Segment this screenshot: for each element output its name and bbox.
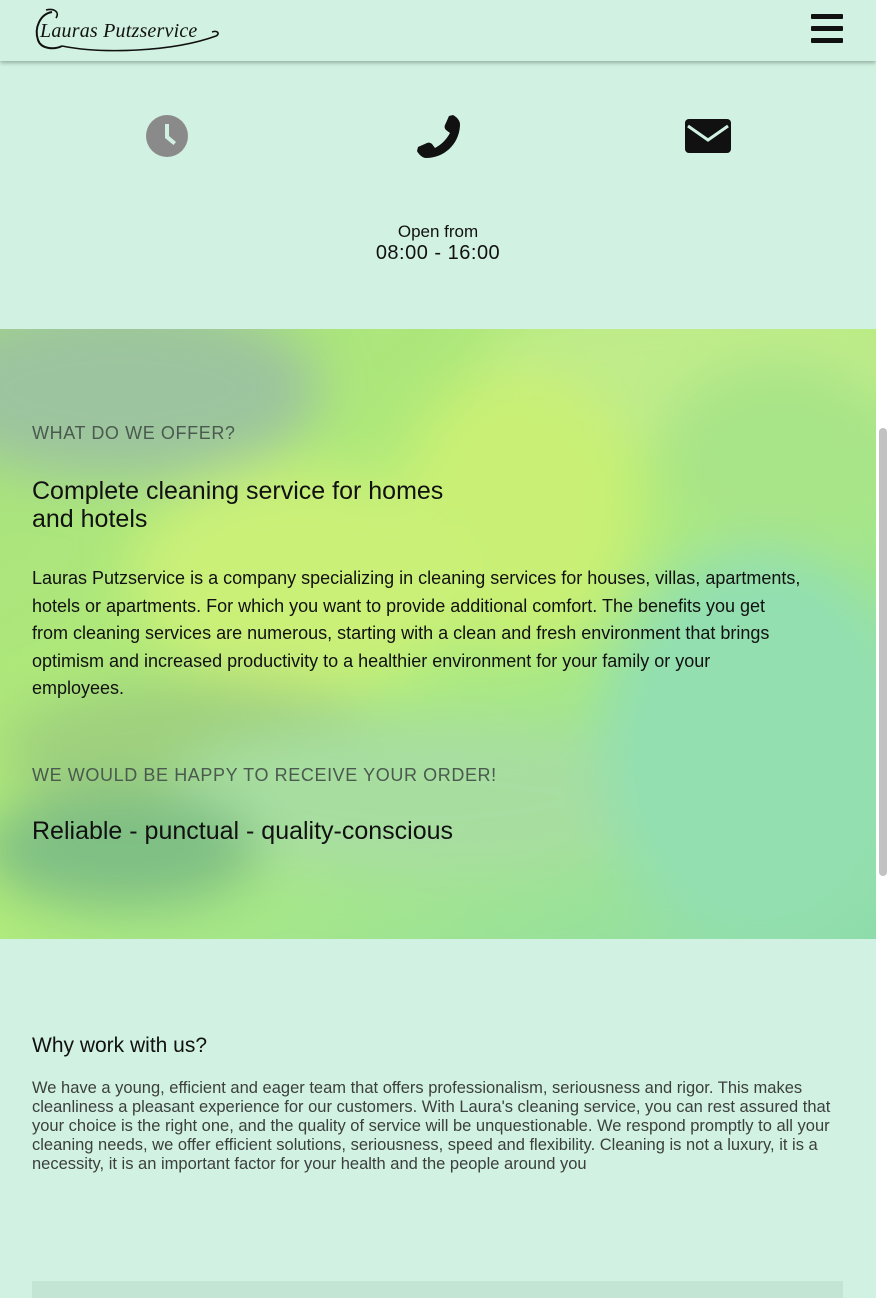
offer-eyebrow: WHAT DO WE OFFER? [32,423,236,443]
site-header: Lauras Putzservice [0,0,876,61]
opening-hours-time: 08:00 - 16:00 [375,242,501,264]
hero-title: Complete cleaning service for homes and … [32,477,444,533]
services-hero: WHAT DO WE OFFER? Complete cleaning serv… [0,329,876,939]
phone-icon[interactable] [415,113,461,159]
order-eyebrow: WE WOULD BE HAPPY TO RECEIVE YOUR ORDER! [32,765,497,785]
why-section-body: We have a young, efficient and eager tea… [32,1079,831,1173]
scrollbar-thumb[interactable] [879,428,887,876]
hamburger-menu-icon[interactable] [811,14,844,43]
clock-icon[interactable] [146,115,188,157]
next-section-box [32,1281,843,1298]
page-scrollbar[interactable] [876,0,891,1298]
page: Lauras Putzservice Open from 08:00 - 16:… [0,0,876,1298]
hero-tagline: Reliable - punctual - quality-conscious [32,817,454,845]
opening-hours-label: Open from [397,222,479,241]
why-section-title: Why work with us? [32,1034,208,1057]
envelope-icon[interactable] [685,119,731,153]
hero-description: Lauras Putzservice is a company speciali… [32,568,801,699]
logo-text: Lauras Putzservice [40,20,198,42]
logo[interactable]: Lauras Putzservice [32,6,222,54]
